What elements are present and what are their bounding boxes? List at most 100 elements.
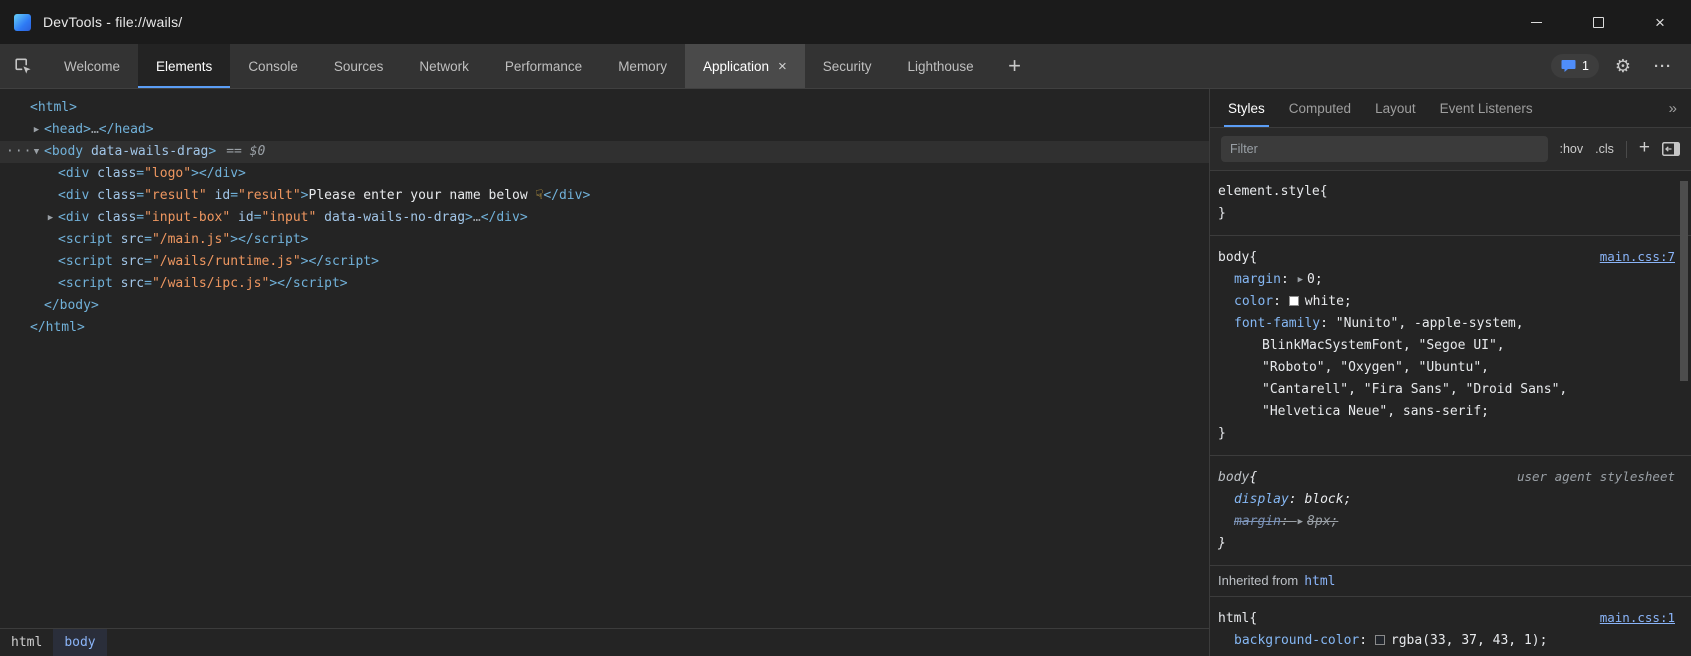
css-property-value: 0; — [1307, 272, 1323, 287]
minimize-button[interactable] — [1505, 0, 1567, 44]
toggle-pseudo-state-button[interactable]: :hov — [1560, 142, 1584, 156]
tab-application[interactable]: Application × — [685, 44, 805, 88]
tab-label: Console — [248, 59, 298, 74]
dom-tree: <html>▶<head>…</head>···▼<body data-wail… — [0, 89, 1209, 628]
tab-layout[interactable]: Layout — [1363, 89, 1428, 127]
css-property-name: margin — [1234, 514, 1281, 529]
panel-toggle-icon — [1662, 142, 1680, 156]
origin-note: user agent stylesheet — [1517, 466, 1675, 488]
tab-label: Lighthouse — [908, 59, 974, 74]
tab-network[interactable]: Network — [401, 44, 487, 88]
tab-label: Security — [823, 59, 872, 74]
styles-sections: element.style {}body {main.css:7margin: … — [1210, 171, 1691, 656]
tab-security[interactable]: Security — [805, 44, 890, 88]
expand-arrow-icon[interactable]: ▶ — [29, 119, 44, 141]
tab-label: Event Listeners — [1440, 101, 1533, 116]
tab-event-listeners[interactable]: Event Listeners — [1428, 89, 1545, 127]
tree-node[interactable]: ···▼<body data-wails-drag>== $0 — [0, 141, 1209, 163]
expand-arrow-icon[interactable]: ▶ — [43, 207, 58, 229]
issues-counter[interactable]: 1 — [1551, 54, 1599, 78]
tree-node[interactable]: <div class="logo"></div> — [0, 163, 1209, 185]
tab-performance[interactable]: Performance — [487, 44, 600, 88]
close-icon: × — [1655, 14, 1665, 31]
styles-filter-input[interactable] — [1221, 136, 1548, 162]
gear-icon: ⚙ — [1615, 56, 1631, 77]
close-tab-icon[interactable]: × — [778, 58, 787, 75]
inherited-label: Inherited from — [1218, 573, 1298, 588]
css-declaration[interactable]: display: block; — [1210, 489, 1691, 511]
breadcrumb: htmlbody — [0, 628, 1209, 656]
new-style-rule-button[interactable]: + — [1639, 137, 1650, 159]
color-swatch[interactable] — [1375, 635, 1385, 645]
message-bubble-icon — [1561, 59, 1576, 73]
tab-lighthouse[interactable]: Lighthouse — [890, 44, 992, 88]
tree-node[interactable]: <html> — [0, 97, 1209, 119]
toggle-class-button[interactable]: .cls — [1595, 142, 1614, 156]
tab-label: Memory — [618, 59, 667, 74]
tab-memory[interactable]: Memory — [600, 44, 685, 88]
css-declaration[interactable]: font-family: "Nunito", -apple-system, — [1210, 313, 1691, 335]
sidebar-tabs-list: Styles Computed Layout Event Listeners — [1216, 89, 1545, 127]
node-options-icon[interactable]: ··· — [6, 141, 32, 163]
styles-scrollbar[interactable] — [1679, 173, 1690, 656]
add-tools-button[interactable]: + — [992, 44, 1038, 88]
inspect-element-button[interactable] — [0, 44, 46, 88]
settings-button[interactable]: ⚙ — [1607, 50, 1639, 82]
expand-shorthand-icon[interactable]: ▶ — [1298, 517, 1303, 527]
css-property-value: 8px; — [1307, 514, 1338, 529]
tab-sources[interactable]: Sources — [316, 44, 402, 88]
content-area: <html>▶<head>…</head>···▼<body data-wail… — [0, 89, 1691, 656]
css-property-name: background-color — [1234, 633, 1359, 648]
tree-node[interactable]: <script src="/wails/ipc.js"></script> — [0, 273, 1209, 295]
css-property-value: white; — [1305, 294, 1352, 309]
panel-tabs: WelcomeElements Console Sources Network Perf… — [46, 44, 992, 88]
tab-label: Application — [703, 59, 769, 74]
maximize-button[interactable] — [1567, 0, 1629, 44]
scrollbar-thumb[interactable] — [1680, 181, 1688, 381]
devtools-logo-icon — [14, 14, 31, 31]
tab-styles[interactable]: Styles — [1216, 89, 1277, 127]
tab-elements[interactable]: Elements — [138, 44, 230, 88]
css-declaration[interactable]: background-color: rgba(33, 37, 43, 1); — [1210, 630, 1691, 652]
css-property-name: display — [1234, 492, 1289, 507]
tab-console[interactable]: Console — [230, 44, 316, 88]
tab-computed[interactable]: Computed — [1277, 89, 1363, 127]
style-rule-html: html {main.css:1background-color: rgba(3… — [1210, 597, 1691, 656]
tab-label: Network — [419, 59, 469, 74]
stylesheet-link[interactable]: main.css:1 — [1600, 607, 1675, 629]
css-declaration[interactable]: margin: ▶0; — [1210, 269, 1691, 291]
toggle-computed-sidebar-button[interactable] — [1662, 142, 1680, 156]
rule-selector[interactable]: element.style — [1218, 181, 1320, 203]
tab-label: Computed — [1289, 101, 1351, 116]
expand-shorthand-icon[interactable]: ▶ — [1298, 275, 1303, 285]
css-property-value: "Nunito", -apple-system, — [1336, 316, 1524, 331]
tree-node[interactable]: <script src="/wails/runtime.js"></script… — [0, 251, 1209, 273]
stylesheet-link[interactable]: main.css:7 — [1600, 246, 1675, 268]
rule-selector[interactable]: html — [1218, 608, 1249, 630]
tab-label: Layout — [1375, 101, 1416, 116]
more-tabs-icon[interactable]: » — [1655, 89, 1691, 127]
css-property-name: margin — [1234, 272, 1281, 287]
color-swatch[interactable] — [1289, 296, 1299, 306]
tab-welcome[interactable]: Welcome — [46, 44, 138, 88]
close-button[interactable]: × — [1629, 0, 1691, 44]
selected-node-marker: == $0 — [226, 144, 265, 159]
more-options-button[interactable]: ··· — [1647, 50, 1679, 82]
css-declaration[interactable]: margin: ▶8px; — [1210, 511, 1691, 533]
css-declaration[interactable]: color: white; — [1210, 291, 1691, 313]
tree-node[interactable]: </body> — [0, 295, 1209, 317]
css-declaration[interactable]: text-align: center; — [1210, 652, 1691, 656]
inherited-node-link[interactable]: html — [1304, 574, 1335, 589]
tree-node[interactable]: <div class="result" id="result">Please e… — [0, 185, 1209, 207]
tree-node[interactable]: ▶<head>…</head> — [0, 119, 1209, 141]
rule-selector[interactable]: body — [1218, 247, 1249, 269]
tree-node[interactable]: ▶<div class="input-box" id="input" data-… — [0, 207, 1209, 229]
elements-panel: <html>▶<head>…</head>···▼<body data-wail… — [0, 89, 1210, 656]
crumb-body[interactable]: body — [53, 629, 106, 656]
tree-node[interactable]: </html> — [0, 317, 1209, 339]
css-value-continued: "Cantarell", "Fira Sans", "Droid Sans", — [1210, 379, 1691, 401]
crumb-html[interactable]: html — [0, 629, 53, 656]
rule-selector[interactable]: body — [1218, 467, 1249, 489]
main-toolbar: WelcomeElements Console Sources Network Perf… — [0, 44, 1691, 89]
tree-node[interactable]: <script src="/main.js"></script> — [0, 229, 1209, 251]
